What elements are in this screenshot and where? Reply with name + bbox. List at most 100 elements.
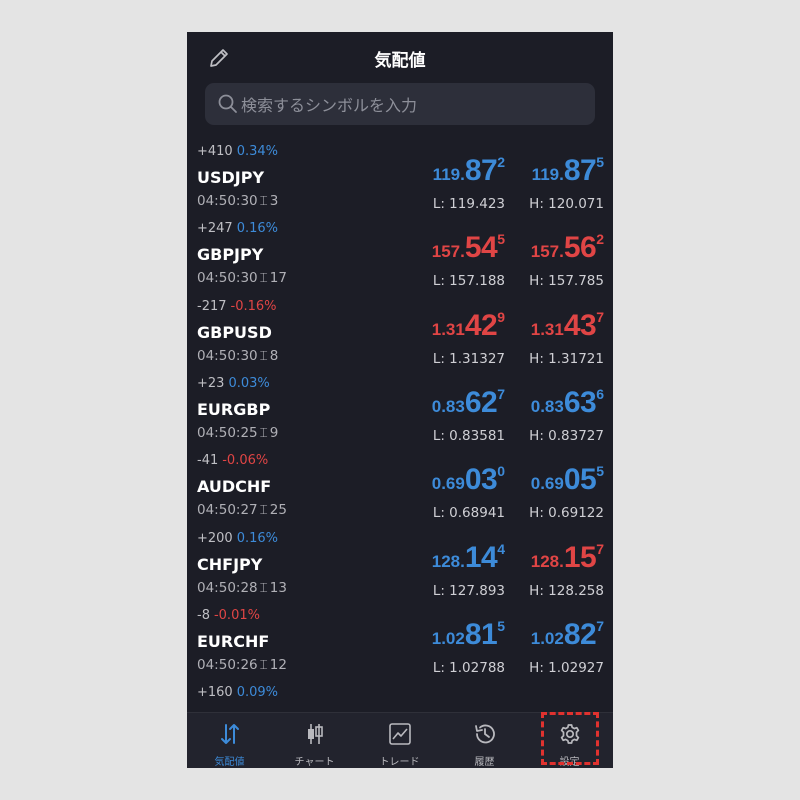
price-prefix: 119. [531,165,564,184]
price-pips: 82 [563,617,597,651]
quote-meta: 04:50:28 ⌶ 13 [197,580,287,596]
tab-trade[interactable]: トレード [357,713,442,768]
price-fraction: 2 [596,231,604,248]
tab-quotes[interactable]: 気配値 [187,713,272,768]
tab-label: 気配値 [214,757,245,768]
price-prefix: 0.69 [530,474,564,494]
price-pips: 43 [563,308,597,342]
quote-time: 04:50:25 [197,424,258,441]
tab-history[interactable]: 履歴 [442,713,527,768]
change-percent: 0.03% [228,375,270,391]
symbol-name: CHFJPY [197,554,263,574]
price-pips: 63 [563,385,597,419]
ask-price: 128.157 [520,541,604,575]
bid-price: 1.31429 [421,309,505,343]
price-pips: 87 [464,154,498,187]
price-fraction: 0 [497,463,505,480]
spread-icon: ⌶ [259,656,268,673]
price-pips: 14 [464,540,498,574]
candlestick-chart-icon [308,724,323,744]
search-box[interactable] [205,83,595,125]
page-title: 気配値 [374,51,426,71]
symbol-name: GBPUSD [197,322,272,342]
price-pips: 56 [563,231,597,265]
symbol-name: AUDCHF [197,477,272,497]
spread-icon: ⌶ [259,502,268,519]
quote-row[interactable]: -41 -0.06% AUDCHF 04:50:27 ⌶ 25 0.69030 0.6… [187,453,613,530]
quote-row[interactable]: +23 0.03% EURGBP 04:50:25 ⌶ 9 0.83627 0.836… [187,376,613,453]
tab-chart[interactable]: チャート [272,713,357,768]
price-fraction: 5 [596,463,604,480]
bid-price: 0.69030 [421,463,505,497]
price-prefix: 157. [431,242,465,262]
daily-change: +200 0.16% [197,531,278,546]
change-points: -217 [197,298,227,314]
price-prefix: 1.31 [530,319,564,339]
high-price: H: 128.258 [529,582,604,599]
quote-row[interactable]: -8 -0.01% EURCHF 04:50:26 ⌶ 12 1.02815 1.02… [187,608,613,685]
quote-row[interactable]: +247 0.16% GBPJPY 04:50:30 ⌶ 17 157.545 157… [187,221,613,298]
search-icon [218,94,237,113]
quote-row[interactable]: -217 -0.16% GBPUSD 04:50:30 ⌶ 8 1.31429 1.3… [187,299,613,376]
ask-price: 157.562 [520,231,604,265]
price-prefix: 157. [530,242,564,262]
spread-value: 13 [269,579,287,596]
daily-change: +23 0.03% [197,376,270,391]
quote-meta: 04:50:26 ⌶ 12 [197,657,287,673]
price-prefix: 0.83 [431,396,465,416]
low-price: L: 0.68941 [432,505,505,522]
spread-value: 3 [269,193,279,209]
price-pips: 81 [464,617,498,651]
bid-price: 128.144 [421,541,505,575]
spread-value: 8 [269,347,279,364]
price-fraction: 7 [596,540,604,557]
bid-price: 157.545 [421,231,505,265]
daily-change: +247 0.16% [197,221,278,236]
price-prefix: 119. [432,165,465,184]
bid-price: 0.83627 [421,386,505,420]
price-prefix: 0.83 [530,396,564,416]
price-pips: 87 [563,154,597,187]
spread-icon: ⌶ [259,579,268,596]
price-fraction: 5 [596,154,604,170]
tab-label: チャート [294,757,335,768]
spread-value: 12 [269,656,287,673]
price-pips: 62 [464,385,498,419]
quote-meta: 04:50:30 ⌶ 17 [197,270,287,286]
low-price: L: 0.83581 [432,427,505,444]
change-points: +200 [197,530,233,546]
low-price: L: 1.02788 [432,659,505,676]
change-percent: 0.34% [236,144,279,159]
high-price: H: 120.071 [529,196,604,212]
quote-row[interactable]: +200 0.16% CHFJPY 04:50:28 ⌶ 13 128.144 128… [187,531,613,608]
change-points: +247 [197,221,233,237]
symbol-name: EURCHF [197,631,270,651]
quote-row[interactable]: +160 0.09% [187,685,613,714]
price-pips: 54 [464,231,498,265]
low-price: L: 127.893 [432,582,505,599]
high-price: H: 0.69122 [529,505,604,522]
ask-price: 0.83636 [520,386,604,420]
quote-time: 04:50:30 [197,193,258,209]
change-points: +160 [197,685,233,701]
daily-change: -8 -0.01% [197,608,260,623]
low-price: L: 1.31327 [432,350,505,367]
price-fraction: 4 [497,540,505,557]
change-points: +410 [197,144,233,159]
price-pips: 15 [563,540,597,574]
spread-icon: ⌶ [259,347,268,364]
change-percent: -0.06% [222,453,269,469]
quote-list[interactable]: +410 0.34% USDJPY 04:50:30 ⌶ 3 119.872 119.… [187,144,613,714]
bid-price: 1.02815 [421,618,505,652]
tab-label: 履歴 [474,757,495,768]
tab-label: トレード [379,757,420,768]
change-percent: 0.16% [236,530,279,546]
spread-icon: ⌶ [259,424,268,441]
quote-meta: 04:50:27 ⌶ 25 [197,502,287,518]
search-input[interactable] [239,91,583,119]
daily-change: -41 -0.06% [197,453,268,468]
quote-row[interactable]: +410 0.34% USDJPY 04:50:30 ⌶ 3 119.872 119.… [187,144,613,221]
price-prefix: 1.02 [431,628,465,648]
quote-meta: 04:50:30 ⌶ 8 [197,348,278,364]
spread-value: 25 [269,502,287,519]
